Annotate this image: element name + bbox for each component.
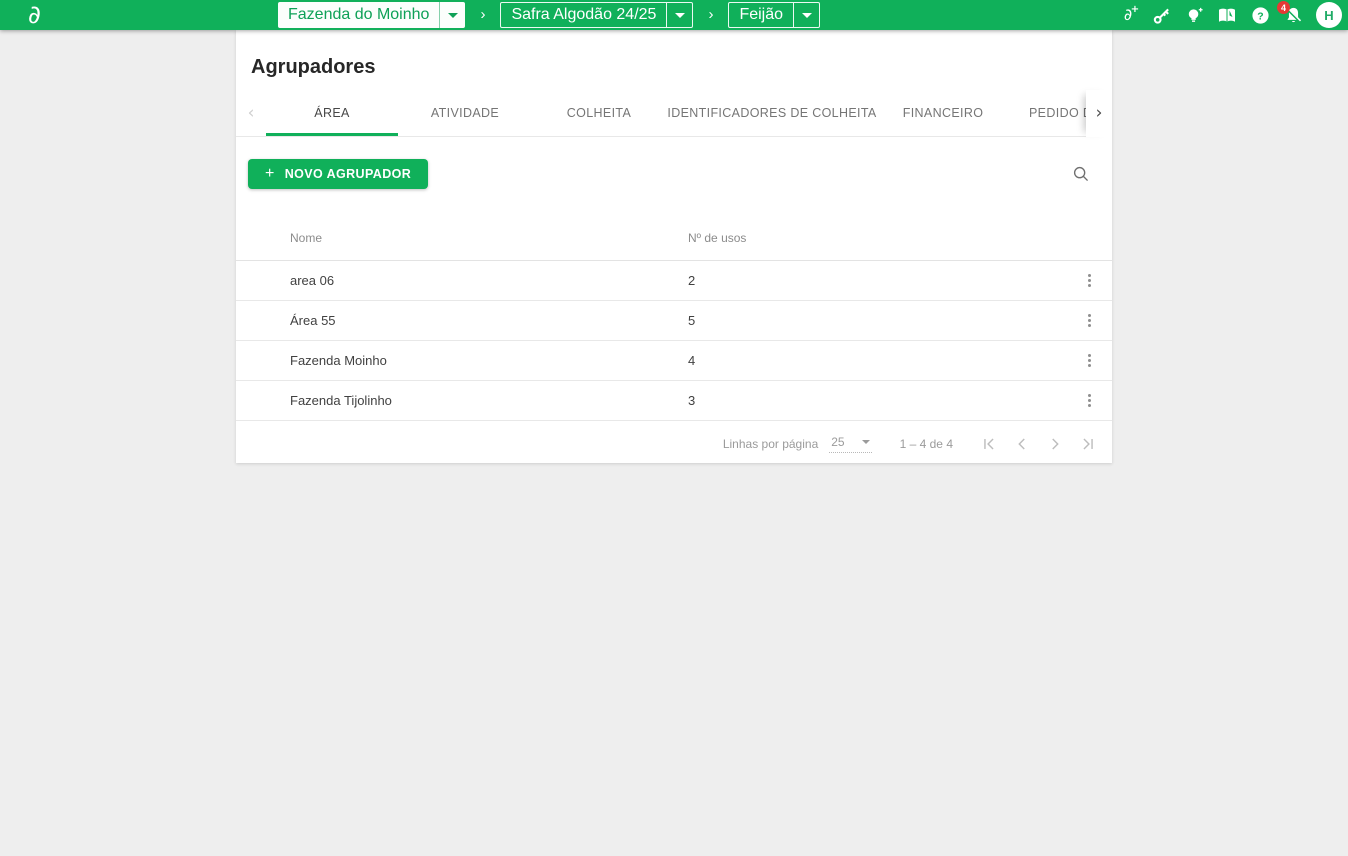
user-avatar[interactable]: H [1316, 2, 1342, 28]
svg-text:?: ? [1257, 11, 1263, 22]
tabs-scroll-left-button[interactable]: ‹ [236, 90, 266, 136]
season-selector-caret[interactable] [666, 3, 692, 27]
key-icon[interactable] [1151, 5, 1171, 25]
table-row: Área 55 5 [236, 301, 1112, 341]
rows-per-page-value: 25 [831, 434, 845, 449]
season-selector[interactable]: Safra Algodão 24/25 [500, 2, 694, 28]
app-bar: ∂ Fazenda do Moinho › Safra Algodão 24/2… [0, 0, 1348, 30]
breadcrumb-separator-icon: › [708, 6, 714, 23]
next-page-button[interactable] [1045, 434, 1065, 454]
aegro-logo-icon: ∂ [28, 0, 41, 29]
crop-selector-caret[interactable] [793, 3, 819, 27]
pager-controls [979, 434, 1098, 454]
table-row: Fazenda Tijolinho 3 [236, 381, 1112, 421]
crop-selector-label: Feijão [739, 6, 784, 23]
tab-bar: ‹ ÁREA ATIVIDADE COLHEITA IDENTIFICADORE… [236, 90, 1112, 137]
tab-area[interactable]: ÁREA [266, 90, 398, 136]
chevron-down-icon [861, 439, 870, 444]
app-bar-actions: ∂ + ? 4 H [1118, 0, 1342, 30]
tab-identificadores-de-colheita[interactable]: IDENTIFICADORES DE COLHEITA [666, 90, 878, 136]
breadcrumb-separator-icon: › [480, 6, 486, 23]
column-header-nome: Nome [290, 230, 323, 245]
row-menu-kebab-icon[interactable] [1084, 310, 1095, 331]
table-row: area 06 2 [236, 261, 1112, 301]
help-icon[interactable]: ? [1250, 5, 1270, 25]
first-page-button[interactable] [979, 434, 999, 454]
tab-colheita[interactable]: COLHEITA [532, 90, 666, 136]
previous-page-button[interactable] [1012, 434, 1032, 454]
row-nome: Fazenda Moinho [290, 353, 387, 368]
table-row: Fazenda Moinho 4 [236, 341, 1112, 381]
row-usos: 4 [688, 353, 696, 368]
row-nome: Área 55 [290, 313, 336, 328]
agrupadores-table: Nome Nº de usos area 06 2 Área 55 5 Faze… [236, 215, 1112, 421]
row-usos: 5 [688, 313, 696, 328]
crop-selector[interactable]: Feijão [728, 2, 821, 28]
table-header-row: Nome Nº de usos [236, 215, 1112, 261]
row-usos: 2 [688, 273, 696, 288]
chevron-left-icon: ‹ [247, 102, 255, 123]
last-page-button[interactable] [1078, 434, 1098, 454]
farm-selector-label: Fazenda do Moinho [288, 6, 430, 23]
tabs-scroll-right-button[interactable]: › [1086, 90, 1112, 137]
season-selector-label: Safra Algodão 24/25 [511, 6, 657, 23]
tab-atividade[interactable]: ATIVIDADE [398, 90, 532, 136]
new-agrupador-button-label: NOVO AGRUPADOR [284, 167, 412, 181]
pagination-range-label: 1 – 4 de 4 [899, 436, 953, 451]
chevron-right-icon: › [1095, 103, 1103, 123]
row-menu-kebab-icon[interactable] [1084, 350, 1095, 371]
chevron-down-icon [447, 12, 458, 18]
notification-badge: 4 [1277, 1, 1290, 14]
rows-per-page-select[interactable]: 25 [829, 434, 872, 453]
farm-selector-caret[interactable] [439, 2, 465, 28]
plus-icon: + [265, 165, 275, 182]
knowledge-book-icon[interactable] [1217, 5, 1237, 25]
column-header-usos: Nº de usos [688, 230, 747, 245]
row-nome: area 06 [290, 273, 335, 288]
breadcrumb: Fazenda do Moinho › Safra Algodão 24/25 … [278, 2, 821, 28]
row-nome: Fazenda Tijolinho [290, 393, 392, 408]
pagination-bar: Linhas por página 25 1 – 4 de 4 [236, 421, 1112, 466]
tab-strip: ÁREA ATIVIDADE COLHEITA IDENTIFICADORES … [266, 90, 1112, 136]
agrupadores-card: Agrupadores ‹ ÁREA ATIVIDADE COLHEITA ID… [236, 30, 1112, 463]
row-menu-kebab-icon[interactable] [1084, 390, 1095, 411]
rows-per-page-label: Linhas por página [722, 436, 819, 451]
new-agrupador-button[interactable]: + NOVO AGRUPADOR [248, 159, 429, 189]
lightbulb-new-icon[interactable] [1184, 5, 1204, 25]
row-menu-kebab-icon[interactable] [1084, 270, 1095, 291]
farm-selector[interactable]: Fazenda do Moinho [278, 2, 466, 28]
chevron-down-icon [674, 12, 685, 18]
search-icon[interactable] [1072, 165, 1090, 183]
chevron-down-icon [801, 12, 812, 18]
invite-user-icon[interactable]: ∂ + [1118, 4, 1139, 25]
toolbar: + NOVO AGRUPADOR [236, 137, 1112, 189]
tab-financeiro[interactable]: FINANCEIRO [878, 90, 1008, 136]
row-usos: 3 [688, 393, 696, 408]
page-title: Agrupadores [251, 56, 376, 78]
notifications-muted-icon[interactable]: 4 [1277, 1, 1303, 25]
